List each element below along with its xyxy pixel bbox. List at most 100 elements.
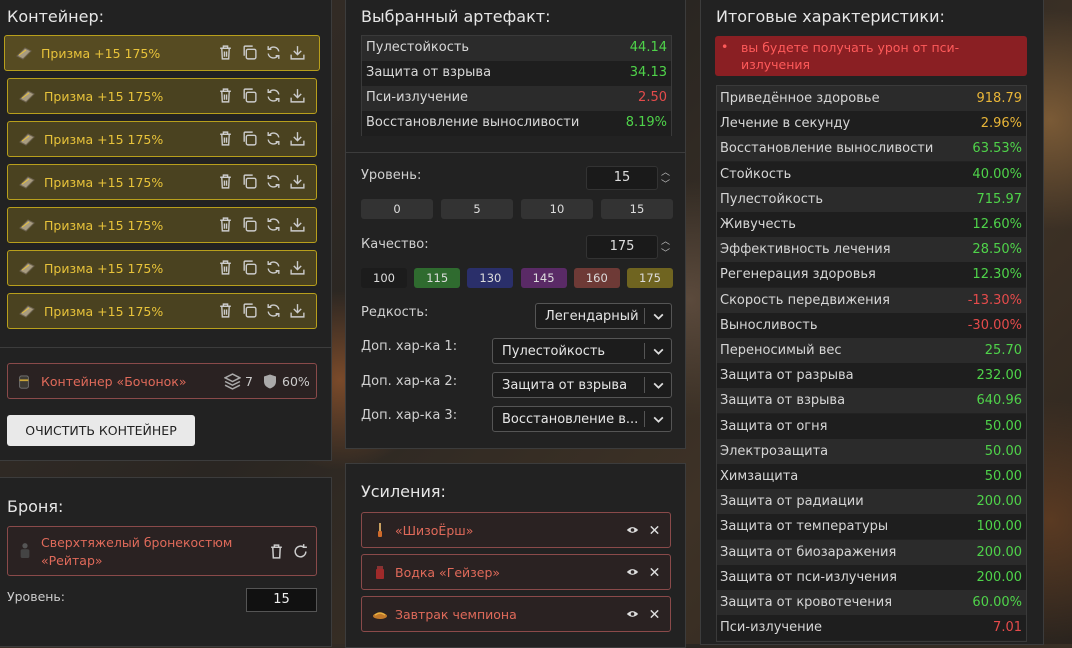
quality-preset-button[interactable]: 100	[361, 268, 407, 288]
level-preset-button[interactable]: 0	[361, 199, 433, 219]
level-preset-button[interactable]: 15	[601, 199, 673, 219]
total-stat-value: 50.00	[984, 418, 1022, 434]
boost-item[interactable]: Завтрак чемпиона	[361, 596, 671, 632]
close-icon[interactable]	[649, 608, 660, 620]
copy-icon[interactable]	[241, 259, 258, 276]
total-stat-name: Химзащита	[720, 469, 799, 484]
quality-preset-button[interactable]: 130	[467, 268, 514, 288]
extra2-select[interactable]: Защита от взрыва	[492, 372, 672, 398]
copy-icon[interactable]	[241, 216, 258, 233]
total-stat-value: 40.00%	[972, 166, 1022, 182]
extra1-select[interactable]: Пулестойкость	[492, 338, 672, 364]
download-icon[interactable]	[289, 130, 306, 147]
close-icon[interactable]	[649, 524, 660, 536]
artifact-slot[interactable]: Призма +15 175%	[7, 293, 317, 329]
boost-actions	[626, 608, 660, 620]
quality-up-icon[interactable]: ︿	[661, 237, 671, 247]
divider	[0, 347, 331, 348]
download-icon[interactable]	[289, 44, 306, 61]
refresh-icon[interactable]	[292, 543, 309, 560]
total-stat-row: Защита от огня 50.00	[717, 413, 1026, 439]
copy-icon[interactable]	[241, 302, 258, 319]
artifact-slot[interactable]: Призма +15 175%	[7, 207, 317, 243]
download-icon[interactable]	[289, 216, 306, 233]
artifact-stat-value: 8.19%	[625, 115, 667, 130]
level-up-icon[interactable]: ︿	[661, 168, 671, 178]
artifact-slot-label: Призма +15 175%	[44, 261, 164, 276]
trash-icon[interactable]	[217, 173, 234, 190]
barrel-protection: 60%	[282, 374, 310, 389]
bullet: •	[721, 39, 729, 54]
level-preset-button[interactable]: 5	[441, 199, 513, 219]
rarity-select[interactable]: Легендарный	[535, 303, 672, 329]
refresh-icon[interactable]	[265, 87, 282, 104]
quality-down-icon[interactable]: ﹀	[661, 249, 671, 259]
extra3-label: Доп. хар-ка 3:	[361, 408, 458, 423]
close-icon[interactable]	[649, 566, 660, 578]
total-stat-name: Стойкость	[720, 166, 792, 182]
trash-icon[interactable]	[217, 259, 234, 276]
trash-icon[interactable]	[217, 130, 234, 147]
download-icon[interactable]	[289, 173, 306, 190]
refresh-icon[interactable]	[265, 44, 282, 61]
copy-icon[interactable]	[241, 173, 258, 190]
artifact-slot-label: Призма +15 175%	[44, 175, 164, 190]
total-stat-value: 2.96%	[980, 116, 1022, 132]
boost-item[interactable]: «ШизоЁрш»	[361, 512, 671, 548]
total-stat-value: 12.30%	[972, 267, 1022, 283]
quality-preset-button[interactable]: 115	[414, 268, 461, 288]
eye-icon[interactable]	[626, 608, 639, 620]
total-stat-name: Переносимый вес	[720, 343, 842, 358]
refresh-icon[interactable]	[265, 130, 282, 147]
slot-actions	[217, 87, 306, 104]
armor-level-input[interactable]: 15	[246, 588, 317, 612]
total-stat-row: Защита от биозаражения 200.00	[717, 539, 1026, 565]
artifact-slot[interactable]: Призма +15 175%	[7, 78, 317, 114]
download-icon[interactable]	[289, 259, 306, 276]
barrel-container[interactable]: Контейнер «Бочонок» 7 60%	[7, 363, 317, 399]
armor-icon	[20, 543, 30, 558]
total-stat-value: 50.00	[984, 443, 1022, 459]
artifact-slot[interactable]: Призма +15 175%	[7, 164, 317, 200]
trash-icon[interactable]	[217, 302, 234, 319]
extra2-value: Защита от взрыва	[502, 378, 628, 393]
artifact-slot-label: Призма +15 175%	[44, 132, 164, 147]
copy-icon[interactable]	[241, 44, 258, 61]
level-down-icon[interactable]: ﹀	[661, 180, 671, 190]
refresh-icon[interactable]	[265, 259, 282, 276]
clear-container-button[interactable]: ОЧИСТИТЬ КОНТЕЙНЕР	[7, 415, 195, 446]
quality-preset-button[interactable]: 160	[573, 268, 620, 288]
trash-icon[interactable]	[217, 44, 234, 61]
trash-icon[interactable]	[217, 87, 234, 104]
refresh-icon[interactable]	[265, 173, 282, 190]
eye-icon[interactable]	[626, 566, 639, 578]
download-icon[interactable]	[289, 87, 306, 104]
artifact-slot[interactable]: Призма +15 175%	[7, 250, 317, 286]
level-input[interactable]: 15	[586, 166, 658, 190]
level-preset-button[interactable]: 10	[521, 199, 593, 219]
copy-icon[interactable]	[241, 130, 258, 147]
eye-icon[interactable]	[626, 524, 639, 536]
copy-icon[interactable]	[241, 87, 258, 104]
trash-icon[interactable]	[217, 216, 234, 233]
download-icon[interactable]	[289, 302, 306, 319]
total-stat-name: Пси-излучение	[720, 620, 823, 636]
quality-input[interactable]: 175	[586, 235, 658, 259]
total-stat-name: Защита от разрыва	[720, 368, 854, 384]
quality-preset-button[interactable]: 175	[627, 268, 673, 288]
total-stat-row: Химзащита 50.00	[717, 464, 1026, 489]
boost-item[interactable]: Водка «Гейзер»	[361, 554, 671, 590]
armor-name: Сверхтяжелый бронекостюм «Рейтар»	[41, 535, 233, 568]
container-title: Контейнер:	[7, 7, 105, 26]
artifact-slot[interactable]: Призма +15 175%	[4, 35, 320, 71]
refresh-icon[interactable]	[265, 216, 282, 233]
quality-label: Качество:	[361, 237, 429, 252]
artifact-slot[interactable]: Призма +15 175%	[7, 121, 317, 157]
extra3-select[interactable]: Восстановление в...	[492, 406, 672, 432]
trash-icon[interactable]	[268, 543, 285, 560]
armor-card[interactable]: Сверхтяжелый бронекостюм «Рейтар»	[7, 526, 317, 576]
total-stat-row: Регенерация здоровья 12.30%	[717, 262, 1026, 288]
refresh-icon[interactable]	[265, 302, 282, 319]
quality-preset-button[interactable]: 145	[520, 268, 567, 288]
barrel-slots-count: 7	[245, 374, 253, 389]
